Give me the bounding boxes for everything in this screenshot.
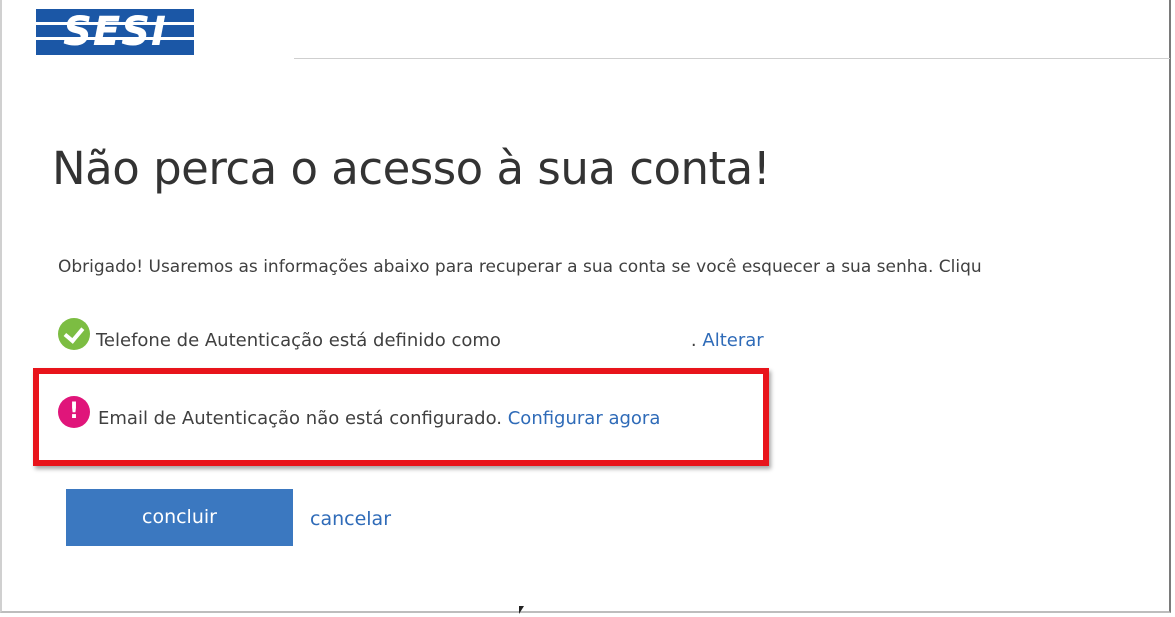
change-phone-link[interactable]: Alterar bbox=[702, 330, 763, 351]
intro-text: Obrigado! Usaremos as informações abaixo… bbox=[58, 257, 982, 277]
mouse-cursor-icon bbox=[519, 606, 524, 614]
highlight-annotation-box bbox=[33, 368, 769, 466]
sesi-logo: SESI bbox=[36, 9, 194, 55]
page-title: Não perca o acesso à sua conta! bbox=[52, 142, 771, 195]
phone-method-row: Telefone de Autenticação está definido c… bbox=[58, 318, 764, 358]
logo-text: SESI bbox=[63, 9, 167, 55]
cancel-link[interactable]: cancelar bbox=[310, 507, 391, 531]
finish-button[interactable]: concluir bbox=[66, 489, 293, 546]
phone-method-label: Telefone de Autenticação está definido c… bbox=[96, 329, 501, 351]
checkmark-circle-icon bbox=[58, 318, 90, 350]
header-divider bbox=[294, 58, 1170, 59]
